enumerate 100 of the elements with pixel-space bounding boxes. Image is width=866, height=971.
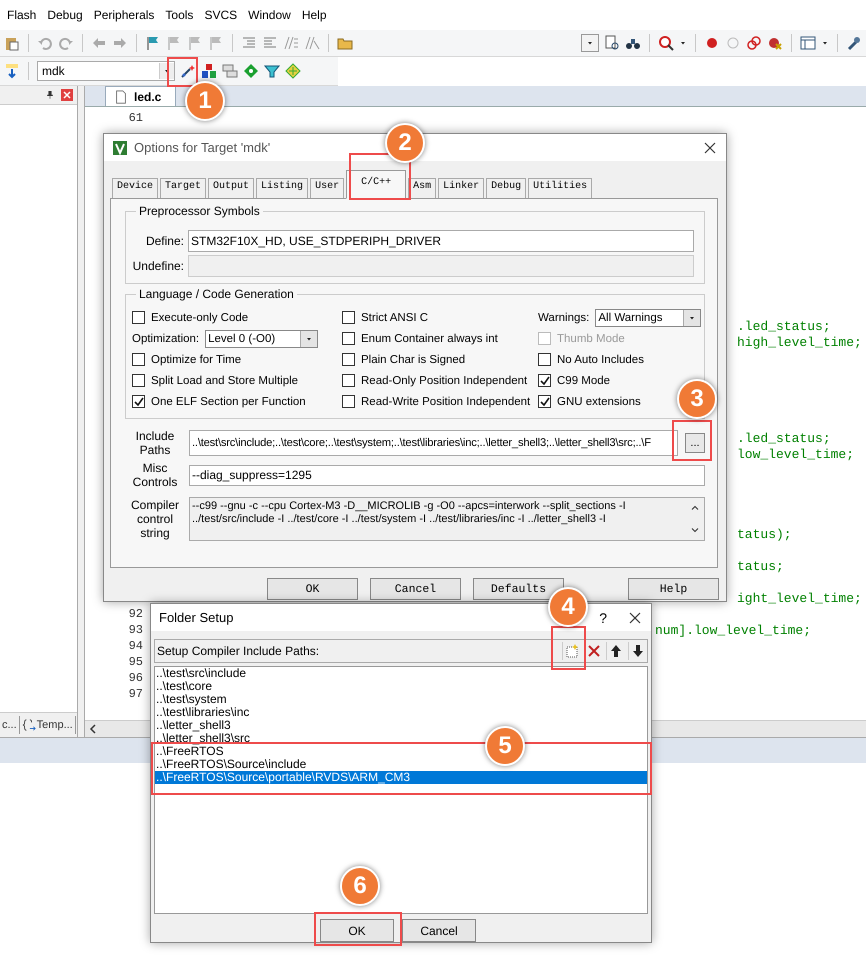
highlight-frame — [672, 420, 712, 461]
menu-item[interactable]: SVCS — [201, 8, 246, 22]
dropdown[interactable]: All Warnings — [595, 308, 702, 326]
checkbox-label: No Auto Includes — [557, 354, 644, 366]
panel-tab[interactable]: Temp... — [20, 716, 76, 734]
dialog-button[interactable]: Defaults — [473, 578, 564, 600]
blocks-icon[interactable] — [201, 63, 217, 79]
breakpoint-clear-icon[interactable] — [767, 35, 783, 51]
checkbox[interactable] — [342, 395, 355, 408]
menu-item[interactable]: Peripherals — [90, 8, 162, 22]
document-search-icon[interactable] — [604, 35, 620, 51]
move-down-icon[interactable] — [630, 642, 646, 659]
checkbox[interactable] — [132, 353, 145, 366]
diamond-icon[interactable] — [243, 63, 259, 79]
windows-icon[interactable] — [222, 63, 238, 79]
menu-item[interactable]: Window — [245, 8, 299, 22]
group-title: Preprocessor Symbols — [136, 204, 263, 218]
checkbox[interactable] — [342, 332, 355, 345]
tab[interactable]: Listing — [256, 178, 308, 198]
dropdown[interactable]: Level 0 (-O0) — [205, 330, 318, 348]
path-item[interactable]: ..\test\core — [155, 680, 212, 693]
path-item[interactable]: ..\letter_shell3 — [155, 718, 231, 732]
uncomment-icon[interactable] — [304, 35, 320, 51]
field-label: Define: — [144, 234, 185, 248]
close-icon[interactable] — [702, 140, 718, 156]
field-label: Compiler control string — [130, 498, 180, 540]
misc-controls-field[interactable]: --diag_suppress=1295 — [189, 464, 705, 486]
comment-icon[interactable] — [283, 35, 299, 51]
tab[interactable]: Target — [160, 178, 206, 198]
menu-item[interactable]: Flash — [4, 8, 44, 22]
help-button[interactable]: ? — [599, 610, 607, 626]
group-title: Language / Code Generation — [136, 287, 297, 301]
delete-icon[interactable] — [586, 642, 602, 659]
path-item[interactable]: ..\test\system — [155, 692, 227, 706]
checkbox-label: GNU extensions — [557, 396, 641, 408]
tab[interactable]: Asm — [408, 178, 436, 198]
checkbox[interactable] — [342, 374, 355, 387]
checkbox[interactable] — [132, 395, 145, 408]
browse-button[interactable]: ... — [685, 433, 705, 453]
menu-item[interactable]: Tools — [162, 8, 202, 22]
magic-wand-icon[interactable] — [180, 63, 196, 79]
checkbox[interactable] — [538, 395, 551, 408]
tab[interactable]: Output — [208, 178, 254, 198]
pin-icon[interactable] — [45, 89, 55, 101]
dialog-button[interactable]: Cancel — [370, 578, 461, 600]
clipboard-icon[interactable] — [4, 35, 20, 51]
checkbox-label: Execute-only Code — [151, 312, 248, 324]
magnifier-icon[interactable] — [658, 35, 674, 51]
path-item[interactable]: ..\test\src\include — [155, 666, 246, 680]
code-line: tatus; — [737, 559, 784, 575]
dialog-button[interactable]: Cancel — [402, 919, 476, 942]
include-paths-field[interactable]: ..\test\src\include;..\test\core;..\test\system;..\test\libraries\inc;..\letter_shell3;..\letter_shell3\src;..\F — [189, 430, 678, 456]
checkbox[interactable] — [132, 311, 145, 324]
dialog-button[interactable]: Help — [628, 578, 719, 600]
checkbox-label: Enum Container always int — [361, 332, 498, 344]
list-label: Setup Compiler Include Paths: — [157, 644, 320, 658]
file-tab[interactable]: led.c — [105, 86, 176, 106]
path-item[interactable]: ..\FreeRTOS — [155, 744, 224, 758]
line-number: 97 — [128, 687, 143, 701]
code-line: high_level_time; — [737, 335, 862, 351]
tab[interactable]: C/C++ — [346, 170, 406, 199]
flag-icon[interactable] — [145, 35, 161, 51]
checkbox[interactable] — [342, 311, 355, 324]
menu-item[interactable]: Debug — [44, 8, 91, 22]
path-item[interactable]: ..\test\libraries\inc — [155, 706, 250, 719]
new-folder-icon[interactable] — [564, 642, 580, 659]
define-field[interactable]: STM32F10X_HD, USE_STDPERIPH_DRIVER — [188, 230, 694, 252]
line-number: 96 — [128, 671, 143, 685]
tab[interactable]: Device — [112, 178, 158, 198]
checkbox[interactable] — [538, 374, 551, 387]
breakpoint-icon[interactable] — [704, 35, 720, 51]
tab[interactable]: Linker — [438, 178, 484, 198]
dialog-button[interactable]: OK — [267, 578, 358, 600]
code-line: .led_status; — [737, 431, 831, 447]
close-icon[interactable] — [627, 610, 643, 626]
checkbox[interactable] — [538, 353, 551, 366]
path-item[interactable]: ..\FreeRTOS\Source\include — [155, 758, 306, 771]
compiler-string-line: ../test/src/include -I ../test/core -I ../test/system -I ../test/libraries/inc -I ../letter_shell3 -I — [192, 513, 607, 526]
window-layout-icon[interactable] — [800, 35, 816, 51]
grid-icon[interactable] — [285, 63, 301, 79]
target-dropdown[interactable]: mdk — [37, 61, 175, 81]
checkbox[interactable] — [132, 374, 145, 387]
panel-tab[interactable]: c... — [0, 716, 20, 734]
path-item[interactable]: ..\letter_shell3\src — [155, 732, 250, 745]
compiler-string-box[interactable]: --c99 --gnu -c --cpu Cortex-M3 -D__MICROLIB -g -O0 --apcs=interwork --split_sections -I ../test/src/include -I ../test/core -I ../test/system -I ../test/libraries/inc -I ../letter_shell3 -I — [189, 497, 705, 541]
checkbox-label: Plain Char is Signed — [361, 354, 466, 366]
dialog-button[interactable]: OK — [320, 919, 394, 942]
move-up-icon[interactable] — [608, 642, 624, 659]
tab[interactable]: Debug — [486, 178, 526, 198]
checkbox[interactable] — [342, 353, 355, 366]
wrench-icon[interactable] — [846, 35, 862, 51]
funnel-icon[interactable] — [264, 63, 280, 79]
rings-icon[interactable] — [746, 35, 762, 51]
download-icon[interactable] — [4, 63, 20, 79]
window-title: Options for Target 'mdk' — [134, 140, 270, 155]
path-item[interactable]: ..\FreeRTOS\Source\portable\RVDS\ARM_CM3 — [155, 770, 647, 784]
code-line: low_level_time; — [737, 447, 854, 463]
menu-item[interactable]: Help — [298, 8, 334, 22]
tab[interactable]: Utilities — [528, 178, 592, 198]
tab[interactable]: User — [310, 178, 344, 198]
